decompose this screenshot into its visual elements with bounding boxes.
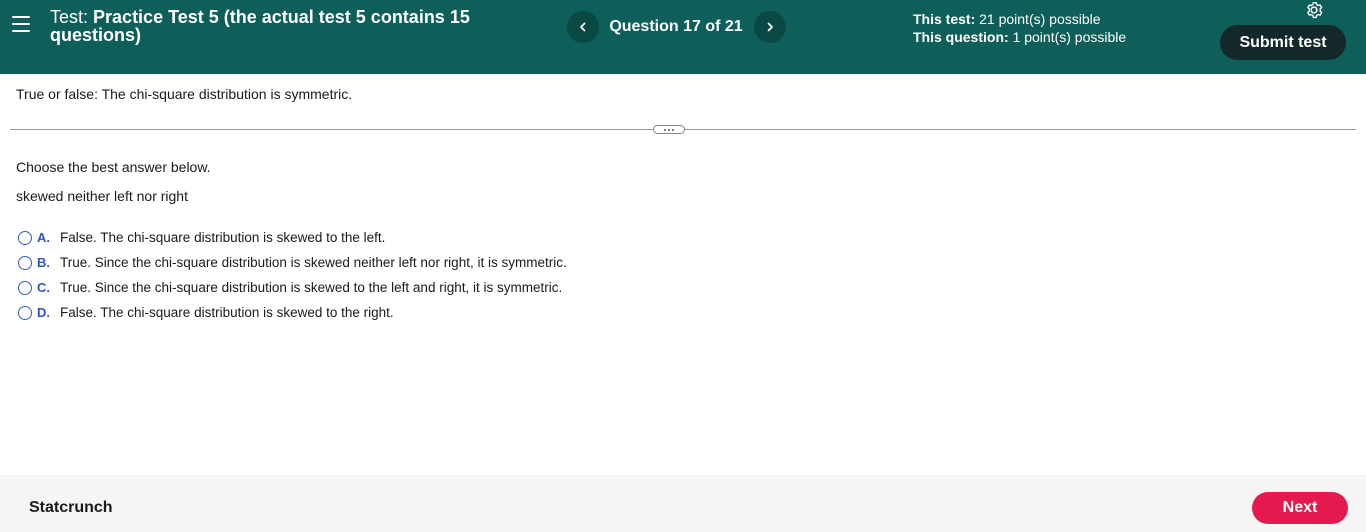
option-letter: C. [37, 280, 50, 295]
this-question-label: This question: [913, 29, 1009, 45]
test-title-name: Practice Test 5 (the actual test 5 conta… [50, 7, 470, 45]
option-letter: B. [37, 255, 50, 270]
header-bar: Test: Practice Test 5 (the actual test 5… [0, 0, 1366, 74]
expand-handle[interactable] [653, 125, 685, 134]
previous-question-button[interactable] [567, 11, 599, 43]
this-test-value: 21 point(s) possible [979, 11, 1101, 27]
points-info: This test: 21 point(s) possible This que… [913, 10, 1126, 46]
this-question-points: This question: 1 point(s) possible [913, 28, 1126, 46]
this-test-points: This test: 21 point(s) possible [913, 10, 1126, 28]
option-letter: D. [37, 305, 50, 320]
radio-button-a[interactable] [18, 230, 32, 245]
answer-option-a[interactable]: A. False. The chi-square distribution is… [16, 225, 567, 250]
footer-bar: Statcrunch Next [0, 475, 1366, 532]
option-text: True. Since the chi-square distribution … [60, 280, 563, 295]
instruction-text: Choose the best answer below. [16, 159, 211, 175]
answer-option-d[interactable]: D. False. The chi-square distribution is… [16, 300, 567, 325]
radio-button-c[interactable] [18, 280, 32, 295]
option-text: True. Since the chi-square distribution … [60, 255, 567, 270]
gear-icon[interactable] [1304, 0, 1324, 19]
hint-text: skewed neither left nor right [16, 188, 188, 204]
question-counter: Question 17 of 21 [609, 18, 743, 35]
option-letter: A. [37, 230, 50, 245]
option-text: False. The chi-square distribution is sk… [60, 305, 394, 320]
menu-icon[interactable] [12, 16, 30, 32]
option-text: False. The chi-square distribution is sk… [60, 230, 386, 245]
radio-button-d[interactable] [18, 305, 32, 320]
radio-button-b[interactable] [18, 255, 32, 270]
this-test-label: This test: [913, 11, 976, 27]
submit-test-button[interactable]: Submit test [1220, 25, 1346, 60]
statcrunch-link[interactable]: Statcrunch [29, 499, 113, 517]
answer-option-c[interactable]: C. True. Since the chi-square distributi… [16, 275, 567, 300]
chevron-left-icon [580, 22, 586, 32]
answer-option-b[interactable]: B. True. Since the chi-square distributi… [16, 250, 567, 275]
question-text: True or false: The chi-square distributi… [16, 86, 353, 102]
chevron-right-icon [767, 22, 773, 32]
test-title: Test: Practice Test 5 (the actual test 5… [50, 8, 470, 44]
this-question-value: 1 point(s) possible [1012, 29, 1127, 45]
test-title-prefix: Test: [50, 7, 89, 27]
next-question-button[interactable] [754, 11, 786, 43]
answer-options: A. False. The chi-square distribution is… [16, 225, 567, 325]
next-button[interactable]: Next [1252, 492, 1348, 524]
